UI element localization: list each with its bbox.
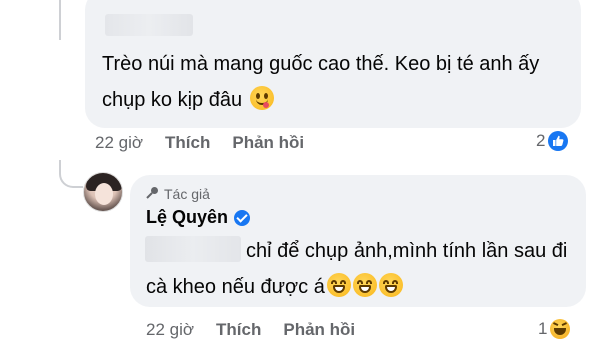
avatar[interactable]: [83, 172, 123, 212]
comment-body: Trèo núi mà mang guốc cao thế. Keo bị té…: [102, 53, 540, 111]
reply-text: chỉ để chụp ảnh,mình tính lần sau đi cà …: [146, 233, 576, 305]
comment-text: Trèo núi mà mang guốc cao thế. Keo bị té…: [102, 46, 572, 118]
reply-reaction-count: 1: [538, 319, 548, 338]
thread-connector: [59, 160, 83, 188]
thread-line: [59, 0, 61, 40]
face-savoring-food-emoji: [249, 86, 274, 110]
grinning-face-emoji: [378, 273, 403, 297]
reply-like-button[interactable]: Thích: [216, 320, 261, 340]
grinning-face-emoji: [326, 273, 351, 297]
microphone-icon: [146, 186, 159, 202]
author-name[interactable]: Lệ Quyên: [146, 207, 251, 228]
reaction-summary[interactable]: 2: [536, 131, 569, 151]
haha-icon: [550, 319, 571, 339]
like-icon: [548, 131, 569, 151]
reply-actions: 22 giờ Thích Phản hồi: [146, 320, 377, 340]
comment-actions: 22 giờ Thích Phản hồi: [95, 133, 326, 153]
author-badge: Tác giả: [146, 186, 210, 202]
reply-reply-button[interactable]: Phản hồi: [283, 320, 355, 340]
reply-time[interactable]: 22 giờ: [146, 320, 194, 340]
reply-reaction-summary[interactable]: 1: [538, 319, 571, 339]
reaction-count: 2: [536, 131, 546, 150]
like-button[interactable]: Thích: [165, 133, 210, 153]
blurred-commenter-name: [105, 14, 193, 36]
reply-button[interactable]: Phản hồi: [232, 133, 304, 153]
author-badge-label: Tác giả: [164, 186, 210, 202]
verified-badge-icon: [234, 209, 251, 226]
comment-time[interactable]: 22 giờ: [95, 133, 143, 153]
grinning-face-emoji: [352, 273, 377, 297]
author-name-text[interactable]: Lệ Quyên: [146, 207, 228, 228]
